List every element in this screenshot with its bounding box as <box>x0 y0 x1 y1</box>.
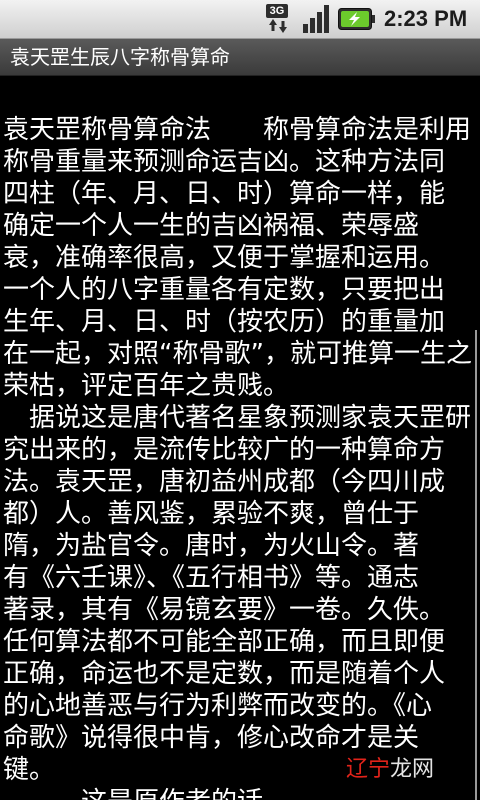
watermark-logo: 辽宁龙网 <box>346 756 434 784</box>
network-indicator: 3G <box>266 4 296 34</box>
battery-charging-icon <box>338 8 375 30</box>
article-line: 确定一个人一生的吉凶祸福、荣辱盛 <box>3 211 420 241</box>
watermark-part-2: 龙网 <box>390 757 435 782</box>
article-line: 隋，为盐官令。唐时，为火山令。著 <box>3 531 420 561</box>
app-title: 袁天罡生辰八字称骨算命 <box>10 45 230 69</box>
article-line: 据说这是唐代著名星象预测家袁天罡研 <box>3 403 472 433</box>
phone-screen: 3G 2:23 PM 袁天罡生辰八字称骨算命 袁天罡称骨算命法 称骨算命法是利用… <box>0 0 480 800</box>
article-line: 命歌》说得很中肯，修心改命才是关 <box>3 723 420 753</box>
article-line: 袁天罡称骨算命法 称骨算命法是利用 <box>3 115 472 145</box>
network-type-badge: 3G <box>266 4 288 18</box>
data-activity-icon <box>269 19 287 33</box>
article-line: 有《六壬课》、《五行相书》等。通志 <box>3 563 420 593</box>
watermark-part-1: 辽宁 <box>346 757 391 782</box>
article-line: 的心地善恶与行为利弊而改变的。《心 <box>3 691 433 721</box>
article-line: 正确，命运也不是定数，而是随着个人 <box>3 659 446 689</box>
app-title-bar: 袁天罡生辰八字称骨算命 <box>0 39 480 76</box>
article-line: 究出来的，是流传比较广的一种算命方 <box>3 435 446 465</box>
article-body[interactable]: 袁天罡称骨算命法 称骨算命法是利用 称骨重量来预测命运吉凶。这种方法同 四柱（年… <box>3 114 473 800</box>
article-line: 一个人的八字重量各有定数，只要把出 <box>3 275 446 305</box>
status-bar: 3G 2:23 PM <box>0 0 480 39</box>
status-time: 2:23 PM <box>384 6 468 31</box>
article-line: 任何算法都不可能全部正确，而且即便 <box>3 627 446 657</box>
article-line: 著录，其有《易镜玄要》一卷。久佚。 <box>3 595 446 625</box>
article-line: 法。袁天罡，唐初益州成都（今四川成 <box>3 467 446 497</box>
article-line: 生年、月、日、时（按农历）的重量加 <box>3 307 446 337</box>
article-line: 这是原作者的话 <box>3 786 473 800</box>
article-line: 在一起，对照“称骨歌”，就可推算一生之 <box>3 339 472 369</box>
article-line: 称骨重量来预测命运吉凶。这种方法同 <box>3 147 446 177</box>
scrollbar[interactable] <box>475 330 477 800</box>
signal-strength-icon <box>303 5 329 33</box>
article-line: 四柱（年、月、日、时）算命一样，能 <box>3 179 446 209</box>
article-line: 荣枯，评定百年之贵贱。 <box>3 371 290 401</box>
article-line: 衰，准确率很高，又便于掌握和运用。 <box>3 243 446 273</box>
article-line: 都）人。善风鉴，累验不爽，曾仕于 <box>3 499 420 529</box>
